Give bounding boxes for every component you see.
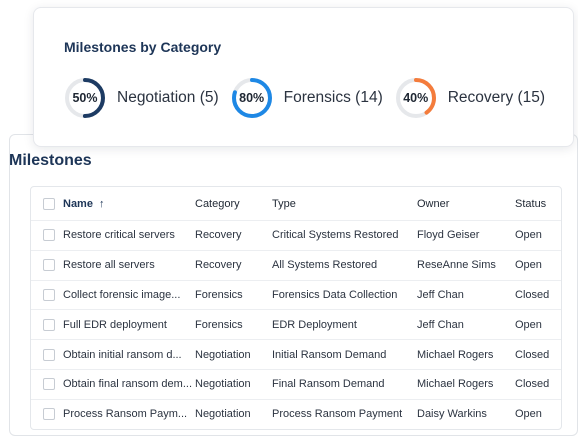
milestone-name-cell[interactable]: Restore all servers — [31, 259, 195, 272]
sort-ascending-icon[interactable]: ↑ — [99, 198, 105, 210]
milestone-name[interactable]: Collect forensic image... — [63, 289, 180, 301]
milestone-category: Recovery — [195, 229, 242, 242]
milestone-category: Forensics — [195, 288, 243, 301]
milestone-category: Forensics — [195, 318, 243, 331]
table-row[interactable]: Obtain initial ransom d... Negotiation Ini… — [31, 339, 561, 369]
milestone-category: Negotiation — [195, 408, 251, 421]
progress-percent: 40% — [403, 91, 429, 105]
milestone-name[interactable]: Restore all servers — [63, 259, 155, 271]
milestone-name[interactable]: Obtain final ransom dem... — [63, 378, 192, 390]
column-header-category[interactable]: Category — [195, 198, 272, 210]
milestone-status: Open — [515, 408, 542, 421]
milestone-owner: Michael Rogers — [417, 378, 494, 391]
milestone-name[interactable]: Full EDR deployment — [63, 319, 167, 331]
milestone-name-cell[interactable]: Obtain initial ransom d... — [31, 348, 195, 361]
milestone-type: Critical Systems Restored — [272, 229, 399, 242]
milestone-name-cell[interactable]: Full EDR deployment — [31, 318, 195, 331]
row-checkbox[interactable] — [43, 378, 55, 391]
milestone-owner: Jeff Chan — [417, 318, 464, 331]
category-label: Forensics (14) — [283, 89, 383, 106]
milestone-category: Negotiation — [195, 378, 251, 391]
milestone-owner: Michael Rogers — [417, 348, 494, 361]
row-checkbox[interactable] — [43, 259, 55, 272]
milestone-type: EDR Deployment — [272, 318, 357, 331]
row-checkbox[interactable] — [43, 348, 55, 361]
table-row[interactable]: Restore all servers Recovery All Systems R… — [31, 249, 561, 280]
milestone-category: Recovery — [195, 259, 242, 272]
category-label: Negotiation (5) — [117, 89, 219, 106]
row-checkbox[interactable] — [43, 318, 55, 331]
column-header-type[interactable]: Type — [272, 198, 417, 210]
progress-ring: 50% — [63, 76, 107, 120]
row-checkbox[interactable] — [43, 288, 55, 301]
category-item: 40% Recovery (15) — [394, 76, 545, 120]
category-item: 80% Forensics (14) — [230, 76, 383, 120]
milestone-name[interactable]: Obtain initial ransom d... — [63, 349, 182, 361]
milestone-owner: Jeff Chan — [417, 288, 464, 301]
milestone-status: Open — [515, 259, 542, 272]
category-item: 50% Negotiation (5) — [63, 76, 219, 120]
milestone-type: Forensics Data Collection — [272, 288, 398, 301]
column-header-name[interactable]: Name ↑ — [31, 197, 195, 210]
milestone-owner: ReseAnne Sims — [417, 259, 496, 272]
column-header-status[interactable]: Status — [515, 198, 561, 210]
milestone-status: Closed — [515, 348, 550, 361]
select-all-checkbox[interactable] — [43, 197, 55, 210]
row-checkbox[interactable] — [43, 408, 55, 421]
milestone-type: Final Ransom Demand — [272, 378, 385, 391]
category-label: Recovery (15) — [447, 89, 546, 106]
table-row[interactable]: Obtain final ransom dem... Negotiation Fin… — [31, 368, 561, 399]
table-row[interactable]: Process Ransom Paym... Negotiation Process… — [31, 398, 561, 429]
milestone-category: Negotiation — [195, 348, 251, 361]
table-row[interactable]: Collect forensic image... Forensics Forens… — [31, 279, 561, 310]
progress-ring: 80% — [230, 76, 274, 120]
column-name-label: Name — [63, 197, 93, 210]
table-row[interactable]: Restore critical servers Recovery Critical… — [31, 220, 561, 250]
milestone-owner: Daisy Warkins — [417, 408, 487, 421]
milestone-status: Open — [515, 318, 542, 331]
milestones-table: Name ↑ Category Type Owner Status Restor… — [30, 186, 562, 430]
milestone-type: Initial Ransom Demand — [272, 348, 387, 361]
milestone-name-cell[interactable]: Obtain final ransom dem... — [31, 378, 195, 391]
milestone-owner: Floyd Geiser — [417, 229, 480, 242]
milestone-name-cell[interactable]: Collect forensic image... — [31, 288, 195, 301]
milestone-status: Closed — [515, 288, 550, 301]
milestone-name-cell[interactable]: Process Ransom Paym... — [31, 408, 195, 421]
milestone-status: Open — [515, 229, 542, 242]
milestones-title: Milestones — [9, 152, 92, 169]
column-header-owner[interactable]: Owner — [417, 198, 515, 210]
table-header-row: Name ↑ Category Type Owner Status — [31, 187, 561, 220]
milestone-name-cell[interactable]: Restore critical servers — [31, 229, 195, 242]
milestone-status: Closed — [515, 378, 550, 391]
progress-percent: 50% — [72, 91, 98, 105]
progress-percent: 80% — [239, 91, 265, 105]
milestones-by-category-card: Milestones by Category 50% Negotiation (5… — [33, 7, 574, 147]
milestone-type: Process Ransom Payment — [272, 408, 403, 421]
progress-ring: 40% — [394, 76, 438, 120]
table-row[interactable]: Full EDR deployment Forensics EDR Deployme… — [31, 309, 561, 339]
category-progress-list: 50% Negotiation (5) 80% Forensics (14) 40% Re… — [63, 76, 556, 120]
milestone-type: All Systems Restored — [272, 259, 378, 272]
category-card-title: Milestones by Category — [64, 39, 222, 55]
row-checkbox[interactable] — [43, 229, 55, 242]
milestone-name[interactable]: Restore critical servers — [63, 229, 175, 241]
milestones-panel: Milestones Name ↑ Category Type Owner St… — [9, 134, 578, 436]
milestone-name[interactable]: Process Ransom Paym... — [63, 408, 187, 420]
